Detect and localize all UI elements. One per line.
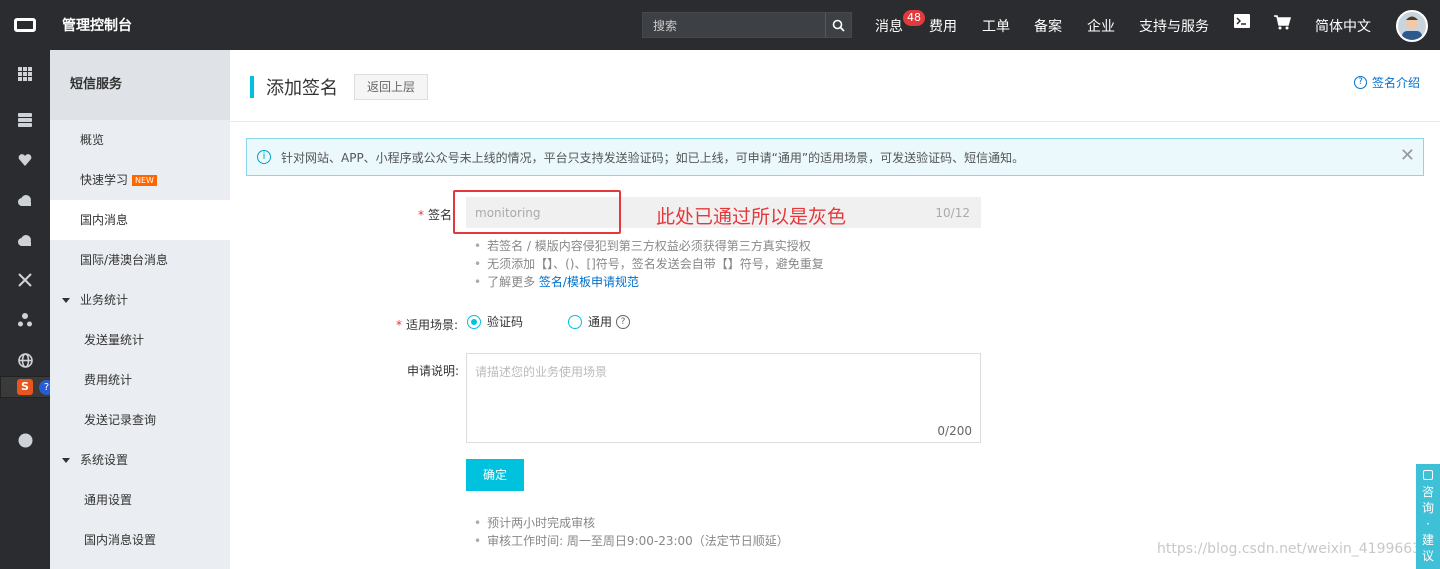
sidebar-item-quick-learn[interactable]: 快速学习 NEW <box>50 160 230 200</box>
sidebar-item-overview[interactable]: 概览 <box>50 120 230 160</box>
sidebar-item-general-settings[interactable]: 通用设置 <box>50 480 230 520</box>
caret-down-icon <box>62 298 70 303</box>
submit-button[interactable]: 确定 <box>466 459 524 491</box>
language-switch[interactable]: 简体中文 <box>1315 16 1371 36</box>
page-title: 添加签名 <box>266 78 338 99</box>
tip-item: 了解更多 签名/模板申请规范 <box>474 273 824 291</box>
info-notice: i 针对网站、APP、小程序或公众号未上线的情况，平台只支持发送验证码；如已上线… <box>246 138 1424 176</box>
console-title[interactable]: 管理控制台 <box>62 15 132 35</box>
search-input[interactable]: 搜索 <box>643 17 825 34</box>
tip-item: 审核工作时间: 周一至周日9:00-23:00（法定节日顺延） <box>474 532 789 550</box>
radio-checked-icon <box>467 314 481 329</box>
sign-label: * 签名: <box>418 208 457 222</box>
close-icon[interactable]: ✕ <box>1400 147 1415 165</box>
char-counter: 0/200 <box>937 424 972 438</box>
tip-item: 无须添加【】、()、[]符号，签名发送会自带【】符号，避免重复 <box>474 255 824 273</box>
sidebar-item-cost-stats[interactable]: 费用统计 <box>50 360 230 400</box>
scene-radio-general[interactable]: 通用 ? <box>568 313 631 330</box>
nav-billing[interactable]: 费用 <box>929 16 957 36</box>
caret-down-icon <box>62 458 70 463</box>
search-box[interactable]: 搜索 <box>642 12 852 38</box>
question-icon: ? <box>1353 76 1367 89</box>
cloud-icon[interactable] <box>17 192 33 208</box>
radio-unchecked-icon <box>568 314 582 329</box>
chat-icon <box>1423 470 1433 480</box>
sidebar-title: 短信服务 <box>50 50 230 120</box>
nav-messages[interactable]: 消息 <box>875 16 903 36</box>
annotation-box <box>453 190 621 234</box>
cross-arrows-icon[interactable] <box>17 272 33 288</box>
desc-label: 申请说明: <box>407 364 460 378</box>
nodes-icon[interactable] <box>17 312 33 328</box>
page-header: 添加签名 返回上层 ? 签名介绍 <box>230 50 1440 122</box>
circle-icon[interactable] <box>17 432 33 448</box>
database-icon[interactable] <box>17 112 33 128</box>
notice-text: 针对网站、APP、小程序或公众号未上线的情况，平台只支持发送验证码；如已上线，可… <box>281 150 1025 165</box>
scene-label: * 适用场景: <box>396 318 459 332</box>
sidebar-item-send-records[interactable]: 发送记录查询 <box>50 400 230 440</box>
signature-help-link[interactable]: ? 签名介绍 <box>1353 74 1420 91</box>
sidebar-group-stats[interactable]: 业务统计 <box>50 280 230 320</box>
nav-tickets[interactable]: 工单 <box>982 16 1010 36</box>
avatar[interactable] <box>1396 10 1428 42</box>
tip-item: 若签名 / 模版内容侵犯到第三方权益必须获得第三方真实授权 <box>474 237 824 255</box>
spec-link[interactable]: 签名/模板申请规范 <box>539 275 639 289</box>
cloud-upload-icon[interactable] <box>17 232 33 248</box>
tip-item: 预计两小时完成审核 <box>474 514 789 532</box>
sidebar-item-domestic[interactable]: 国内消息 <box>50 200 230 240</box>
review-tips: 预计两小时完成审核 审核工作时间: 周一至周日9:00-23:00（法定节日顺延… <box>474 514 789 550</box>
new-badge: NEW <box>132 175 157 186</box>
description-textarea[interactable]: 请描述您的业务使用场景 0/200 <box>466 353 981 443</box>
message-count-badge: 48 <box>903 10 925 26</box>
char-counter: 10/12 <box>935 206 970 220</box>
aliyun-logo-icon[interactable] <box>0 0 50 50</box>
sidebar-item-send-stats[interactable]: 发送量统计 <box>50 320 230 360</box>
title-accent-bar <box>250 76 254 98</box>
feedback-tab[interactable]: 咨询·建议 <box>1416 464 1440 569</box>
nav-support[interactable]: 支持与服务 <box>1139 16 1209 36</box>
globe-icon[interactable] <box>17 352 33 368</box>
annotation-text: 此处已通过所以是灰色 <box>656 206 847 228</box>
scene-radio-verification[interactable]: 验证码 <box>467 313 523 330</box>
sogou-ime-icon[interactable]: S <box>17 379 33 395</box>
question-icon[interactable]: ? <box>616 314 631 329</box>
grid-menu-icon[interactable] <box>17 66 33 82</box>
product-rail <box>0 50 50 569</box>
nav-icp[interactable]: 备案 <box>1034 16 1062 36</box>
sidebar-item-international[interactable]: 国际/港澳台消息 <box>50 240 230 280</box>
search-icon[interactable] <box>825 13 851 37</box>
signature-tips: 若签名 / 模版内容侵犯到第三方权益必须获得第三方真实授权 无须添加【】、()、… <box>474 237 824 291</box>
terminal-icon[interactable] <box>1234 14 1250 32</box>
back-button[interactable]: 返回上层 <box>354 74 429 100</box>
sidebar-group-settings[interactable]: 系统设置 <box>50 440 230 480</box>
nav-enterprise[interactable]: 企业 <box>1087 16 1115 36</box>
sidebar-item-domestic-settings[interactable]: 国内消息设置 <box>50 520 230 560</box>
watermark: https://blog.csdn.net/weixin_41996632 <box>1157 541 1431 557</box>
main-content: 添加签名 返回上层 ? 签名介绍 i 针对网站、APP、小程序或公众号未上线的情… <box>230 50 1440 569</box>
heart-icon[interactable] <box>17 152 33 168</box>
cart-icon[interactable] <box>1274 15 1292 34</box>
service-sidebar: 短信服务 概览 快速学习 NEW 国内消息 国际/港澳台消息 业务统计 发送量统计… <box>50 50 230 569</box>
info-icon: i <box>257 150 271 164</box>
